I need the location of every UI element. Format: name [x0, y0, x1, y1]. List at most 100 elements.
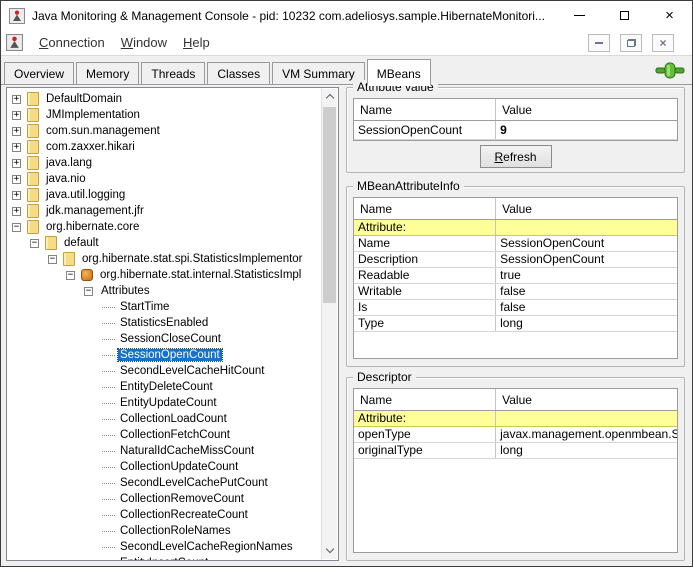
table-row[interactable]: Is false [354, 300, 677, 316]
column-header[interactable]: Name [354, 389, 497, 410]
tree-item-label[interactable]: CollectionLoadCount [118, 413, 229, 425]
tree-item[interactable]: SecondLevelCacheHitCount [8, 363, 321, 379]
tree-item[interactable]: EntityUpdateCount [8, 395, 321, 411]
tree-item[interactable]: + java.nio [8, 171, 321, 187]
expand-icon[interactable]: + [12, 158, 21, 168]
column-header[interactable]: Value [496, 99, 677, 120]
collapse-icon[interactable]: − [48, 254, 57, 264]
tree-item-label[interactable]: DefaultDomain [44, 93, 124, 105]
tree-item-label[interactable]: jdk.management.jfr [44, 205, 146, 217]
table-row[interactable]: Name SessionOpenCount [354, 236, 677, 252]
expand-icon[interactable]: + [12, 142, 21, 152]
tree-item-label[interactable]: Attributes [99, 285, 152, 297]
tree-item-label[interactable]: SessionCloseCount [118, 333, 223, 345]
tree-item-label[interactable]: NaturalIdCacheMissCount [118, 445, 256, 457]
tree-item[interactable]: SecondLevelCachePutCount [8, 475, 321, 491]
collapse-icon[interactable]: − [12, 222, 21, 232]
tree-item[interactable]: − org.hibernate.stat.spi.StatisticsImplem… [8, 251, 321, 267]
column-header[interactable]: Value [496, 198, 677, 219]
tree-item-label[interactable]: EntityUpdateCount [118, 397, 219, 409]
expand-icon[interactable]: + [12, 126, 21, 136]
tab-threads[interactable]: Threads [141, 62, 206, 85]
table-row[interactable]: openTypejavax.management.openmbean.Sim..… [354, 427, 677, 443]
tree-item-label[interactable]: CollectionRecreateCount [118, 509, 250, 521]
tree-item[interactable]: + DefaultDomain [8, 91, 321, 107]
tree-item-label[interactable]: java.util.logging [44, 189, 127, 201]
tree-item-label[interactable]: org.hibernate.core [44, 221, 141, 233]
expand-icon[interactable]: + [12, 94, 21, 104]
scroll-up-button[interactable] [322, 89, 337, 105]
tree-item-label[interactable]: java.lang [44, 157, 94, 169]
frame-restore-button[interactable] [620, 33, 642, 52]
scrollbar-thumb[interactable] [323, 107, 336, 303]
table-row[interactable]: originalType long [354, 443, 677, 459]
collapse-icon[interactable]: − [66, 270, 75, 280]
scroll-down-button[interactable] [322, 543, 337, 559]
expand-icon[interactable]: + [12, 190, 21, 200]
tree-item[interactable]: CollectionUpdateCount [8, 459, 321, 475]
tree-item-label[interactable]: org.hibernate.stat.spi.StatisticsImpleme… [80, 253, 305, 265]
table-row[interactable]: Description SessionOpenCount [354, 252, 677, 268]
tree-item[interactable]: SessionCloseCount [8, 331, 321, 347]
table-row[interactable]: SessionOpenCount 9 [354, 121, 677, 140]
tree-item[interactable]: + JMImplementation [8, 107, 321, 123]
tree-item-label[interactable]: SecondLevelCacheHitCount [118, 365, 266, 377]
column-header[interactable]: Value [496, 389, 677, 410]
tree-item[interactable]: − org.hibernate.core [8, 219, 321, 235]
tree-item-label[interactable]: com.sun.management [44, 125, 162, 137]
minimize-button[interactable] [557, 1, 602, 30]
tree-item[interactable]: CollectionRoleNames [8, 523, 321, 539]
collapse-icon[interactable]: − [30, 238, 39, 248]
tree-item-label[interactable]: EntityInsertCount [118, 557, 210, 560]
collapse-icon[interactable]: − [84, 286, 93, 296]
tab-overview[interactable]: Overview [4, 62, 75, 85]
tree-item[interactable]: NaturalIdCacheMissCount [8, 443, 321, 459]
tree-item-label[interactable]: CollectionUpdateCount [118, 461, 240, 473]
expand-icon[interactable]: + [12, 110, 21, 120]
table-row[interactable]: Attribute: [354, 220, 677, 236]
tree-item[interactable]: − Attributes [8, 283, 321, 299]
expand-icon[interactable]: + [12, 174, 21, 184]
column-header[interactable]: Name [354, 198, 497, 219]
tree-scrollbar[interactable] [321, 89, 337, 559]
tree-item[interactable]: − org.hibernate.stat.internal.StatisticsI… [8, 267, 321, 283]
frame-minimize-button[interactable] [588, 33, 610, 52]
refresh-button[interactable]: Refresh [479, 145, 552, 168]
tree-item[interactable]: EntityInsertCount [8, 555, 321, 560]
tree-item-label[interactable]: StartTime [118, 301, 171, 313]
tree-item-label[interactable]: CollectionRemoveCount [118, 493, 246, 505]
tree-item[interactable]: EntityDeleteCount [8, 379, 321, 395]
menu-connection[interactable]: Connection [39, 35, 105, 50]
tree-item[interactable]: StartTime [8, 299, 321, 315]
tree-item[interactable]: StatisticsEnabled [8, 315, 321, 331]
maximize-button[interactable] [602, 1, 647, 30]
tree-item-label[interactable]: default [62, 237, 101, 249]
table-row[interactable]: Readable true [354, 268, 677, 284]
mbean-tree[interactable]: + DefaultDomain + JMImplementation + com.sun.… [8, 89, 321, 560]
tree-item[interactable]: CollectionLoadCount [8, 411, 321, 427]
tree-item-label[interactable]: CollectionRoleNames [118, 525, 233, 537]
tree-item-label[interactable]: java.nio [44, 173, 88, 185]
tree-item-label[interactable]: SecondLevelCachePutCount [118, 477, 270, 489]
tab-vm-summary[interactable]: VM Summary [272, 62, 365, 85]
menu-window[interactable]: Window [121, 35, 167, 50]
tree-item[interactable]: CollectionRecreateCount [8, 507, 321, 523]
tree-item-label[interactable]: JMImplementation [44, 109, 142, 121]
tree-item[interactable]: CollectionRemoveCount [8, 491, 321, 507]
tree-item-label[interactable]: EntityDeleteCount [118, 381, 215, 393]
frame-close-button[interactable]: × [652, 33, 674, 52]
tree-item-label[interactable]: CollectionFetchCount [118, 429, 232, 441]
tree-item[interactable]: + com.sun.management [8, 123, 321, 139]
tree-item[interactable]: SecondLevelCacheRegionNames [8, 539, 321, 555]
tree-item-label[interactable]: SecondLevelCacheRegionNames [118, 541, 295, 553]
tree-item[interactable]: SessionOpenCount [8, 347, 321, 363]
tree-item[interactable]: − default [8, 235, 321, 251]
menu-help[interactable]: Help [183, 35, 210, 50]
tree-item[interactable]: + com.zaxxer.hikari [8, 139, 321, 155]
tab-classes[interactable]: Classes [207, 62, 271, 85]
expand-icon[interactable]: + [12, 206, 21, 216]
tree-item[interactable]: + jdk.management.jfr [8, 203, 321, 219]
tree-item-label[interactable]: org.hibernate.stat.internal.StatisticsIm… [98, 269, 303, 281]
close-button[interactable]: × [647, 1, 692, 30]
table-row[interactable]: Writable false [354, 284, 677, 300]
